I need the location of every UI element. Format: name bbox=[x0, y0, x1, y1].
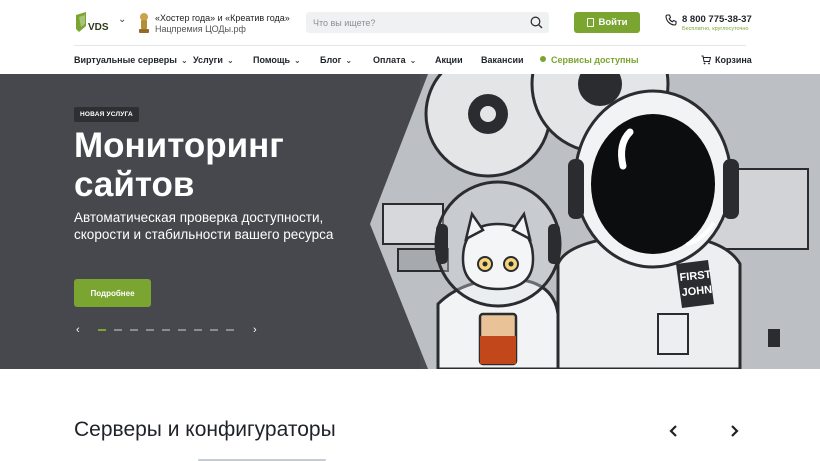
new-service-badge: НОВАЯ УСЛУГА bbox=[74, 107, 139, 122]
slider-dot[interactable] bbox=[162, 329, 170, 331]
logo-chevron-down-icon[interactable]: ⌄ bbox=[118, 14, 126, 25]
phone-number[interactable]: 8 800 775-38-37 bbox=[682, 14, 752, 25]
award-text[interactable]: «Хостер года» и «Креатив года» Нацпремия… bbox=[155, 13, 290, 35]
nav-item-vacancies[interactable]: Вакансии bbox=[481, 55, 524, 65]
nav-label: Оплата bbox=[373, 55, 406, 65]
nav-item-blog[interactable]: Блог ⌄ bbox=[320, 55, 352, 65]
hero-description: Автоматическая проверка доступности, ско… bbox=[74, 210, 334, 242]
status-dot-icon bbox=[540, 56, 546, 62]
slider-dot[interactable] bbox=[114, 329, 122, 331]
slider-dot[interactable] bbox=[146, 329, 154, 331]
search-icon[interactable] bbox=[530, 16, 543, 29]
nav-item-virtual-servers[interactable]: Виртуальные серверы ⌄ bbox=[74, 55, 188, 65]
slider-dot[interactable] bbox=[178, 329, 186, 331]
chevron-down-icon: ⌄ bbox=[294, 56, 301, 65]
award-trophy-icon bbox=[139, 13, 149, 33]
services-status[interactable]: Сервисы доступны bbox=[540, 55, 639, 65]
slider-dot[interactable] bbox=[226, 329, 234, 331]
slider-dot[interactable] bbox=[194, 329, 202, 331]
chevron-down-icon: ⌄ bbox=[226, 56, 234, 65]
award-subtitle: Нацпремия ЦОДы.рф bbox=[155, 24, 246, 34]
more-details-button[interactable]: Подробнее bbox=[74, 279, 151, 307]
award-title: «Хостер года» и «Креатив года» bbox=[155, 13, 290, 23]
section-prev-arrow-icon[interactable] bbox=[667, 424, 681, 438]
main-nav: Виртуальные серверы ⌄ Услуги ⌄ Помощь ⌄ Бло… bbox=[0, 46, 820, 74]
slider-dot[interactable] bbox=[98, 329, 106, 331]
nav-item-services[interactable]: Услуги ⌄ bbox=[193, 55, 234, 65]
section-title: Серверы и конфигураторы bbox=[74, 418, 336, 441]
nav-label: Услуги bbox=[193, 55, 223, 65]
nav-label: Виртуальные серверы bbox=[74, 55, 177, 65]
hero-banner: FIRST JOHN НОВАЯ УСЛУГА Мониторинг сайто… bbox=[0, 74, 820, 369]
chevron-down-icon: ⌄ bbox=[180, 56, 188, 65]
cart-icon bbox=[701, 55, 711, 65]
nav-label: Блог bbox=[320, 55, 342, 65]
login-button[interactable]: Войти bbox=[574, 12, 640, 33]
slider-dot[interactable] bbox=[210, 329, 218, 331]
nav-label: Вакансии bbox=[481, 55, 524, 65]
nav-item-promotions[interactable]: Акции bbox=[435, 55, 463, 65]
cart-link[interactable]: Корзина bbox=[701, 55, 752, 65]
status-label: Сервисы доступны bbox=[551, 55, 639, 65]
nav-item-help[interactable]: Помощь ⌄ bbox=[253, 55, 301, 65]
search-input[interactable] bbox=[306, 12, 516, 33]
nav-label: Акции bbox=[435, 55, 463, 65]
hero-title: Мониторинг сайтов bbox=[74, 126, 284, 204]
chevron-down-icon: ⌄ bbox=[345, 56, 353, 65]
nav-label: Помощь bbox=[253, 55, 291, 65]
nav-item-payment[interactable]: Оплата ⌄ bbox=[373, 55, 416, 65]
section-next-arrow-icon[interactable] bbox=[727, 424, 741, 438]
slider-dots bbox=[98, 329, 234, 331]
vds-logo[interactable]: VDS bbox=[74, 11, 114, 33]
login-door-icon bbox=[586, 18, 594, 27]
cart-label: Корзина bbox=[715, 55, 752, 65]
slider-prev-arrow-icon[interactable]: ‹ bbox=[76, 324, 80, 336]
hero-illustration: FIRST JOHN bbox=[370, 74, 820, 369]
site-header: VDS ⌄ «Хостер года» и «Креатив года» Нац… bbox=[0, 0, 820, 46]
login-label: Войти bbox=[598, 17, 628, 28]
svg-text:VDS: VDS bbox=[88, 22, 109, 33]
search-box bbox=[306, 12, 549, 33]
phone-icon bbox=[665, 14, 677, 26]
phone-note: Бесплатно, круглосуточно bbox=[682, 26, 749, 32]
slider-next-arrow-icon[interactable]: › bbox=[253, 324, 257, 336]
slider-dot[interactable] bbox=[130, 329, 138, 331]
chevron-down-icon: ⌄ bbox=[409, 56, 417, 65]
